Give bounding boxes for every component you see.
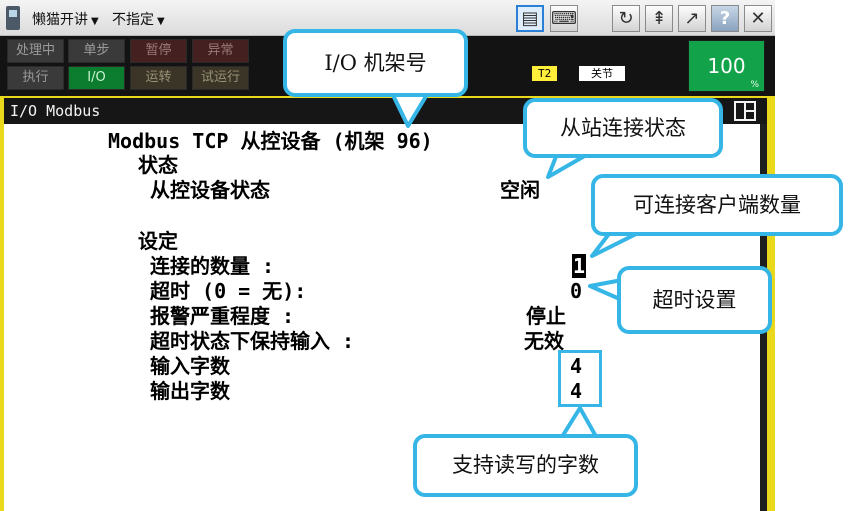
speed-unit: %	[750, 80, 759, 90]
menu-label: 不指定	[112, 12, 154, 28]
timeout-callout-text: 超时设置	[652, 288, 737, 312]
mode-badge: T2	[532, 66, 558, 81]
rack-callout: I/O 机架号	[283, 29, 468, 97]
teach-pendant-icon	[6, 6, 20, 30]
status-hold: 暂停	[130, 39, 187, 63]
undock-button[interactable]: ↗	[678, 5, 706, 32]
scroll-lock-icon: ⇞	[651, 8, 667, 29]
status-busy: 处理中	[7, 39, 64, 63]
menu-dropdown-unspecified[interactable]: 不指定 ▼	[112, 9, 165, 29]
word-count-highlight	[558, 350, 602, 407]
alarm-severity-value[interactable]: 停止	[526, 304, 566, 328]
chevron-down-icon: ▼	[157, 16, 165, 27]
input-words-label: 输入字数	[150, 354, 230, 378]
connection-count-value[interactable]: 1	[572, 254, 587, 278]
keep-input-label: 超时状态下保持输入 :	[150, 329, 355, 353]
menu-label: 懒猫开讲	[32, 12, 88, 28]
slave-status-label: 从控设备状态	[150, 178, 270, 202]
status-prod: 运转	[130, 66, 187, 90]
help-icon: ?	[719, 8, 731, 29]
timeout-callout: 超时设置	[617, 266, 772, 334]
slave-status-callout: 从站连接状态	[523, 98, 723, 158]
status-step: 单步	[68, 39, 125, 63]
document-icon: ▤	[521, 8, 539, 29]
close-button[interactable]: ✕	[744, 5, 772, 32]
close-icon: ✕	[750, 8, 766, 29]
status-section-title: 状态	[138, 153, 178, 177]
speed-override[interactable]: 100 %	[688, 40, 765, 92]
document-view-button[interactable]: ▤	[516, 5, 544, 32]
timeout-label: 超时 (0 = 无):	[150, 279, 307, 303]
refresh-button[interactable]: ↻	[612, 5, 640, 32]
settings-section-title: 设定	[138, 229, 178, 253]
status-io: I/O	[68, 66, 125, 90]
keyboard-button[interactable]: ⌨	[550, 5, 578, 32]
speed-value: 100	[707, 54, 746, 78]
alarm-severity-label: 报警严重程度 :	[150, 304, 295, 328]
page-heading: Modbus TCP 从控设备 (机架 96)	[108, 129, 433, 153]
output-words-label: 输出字数	[150, 379, 230, 403]
status-run: 执行	[7, 66, 64, 90]
status-fault: 异常	[192, 39, 249, 63]
slave-status-callout-text: 从站连接状态	[560, 116, 686, 140]
word-count-callout-text: 支持读写的字数	[452, 453, 599, 477]
undock-icon: ↗	[684, 8, 700, 29]
coordinate-badge: 关节	[579, 66, 625, 81]
connection-count-label: 连接的数量 :	[150, 254, 275, 278]
word-count-callout: 支持读写的字数	[413, 434, 638, 497]
screen-title: I/O Modbus	[10, 102, 101, 120]
slave-status-value[interactable]: 空闲	[500, 178, 540, 202]
chevron-down-icon: ▼	[91, 16, 99, 27]
help-button[interactable]: ?	[711, 5, 739, 32]
status-tcyc: 试运行	[192, 66, 249, 90]
split-view-icon[interactable]	[734, 101, 756, 121]
timeout-value[interactable]: 0	[570, 279, 582, 303]
client-count-callout: 可连接客户端数量	[591, 174, 843, 236]
rack-callout-text: I/O 机架号	[324, 51, 427, 75]
client-count-callout-text: 可连接客户端数量	[633, 193, 801, 217]
scroll-lock-button[interactable]: ⇞	[645, 5, 673, 32]
refresh-icon: ↻	[618, 8, 634, 29]
keyboard-icon: ⌨	[551, 8, 577, 29]
menu-dropdown-lazycat[interactable]: 懒猫开讲 ▼	[32, 9, 99, 29]
